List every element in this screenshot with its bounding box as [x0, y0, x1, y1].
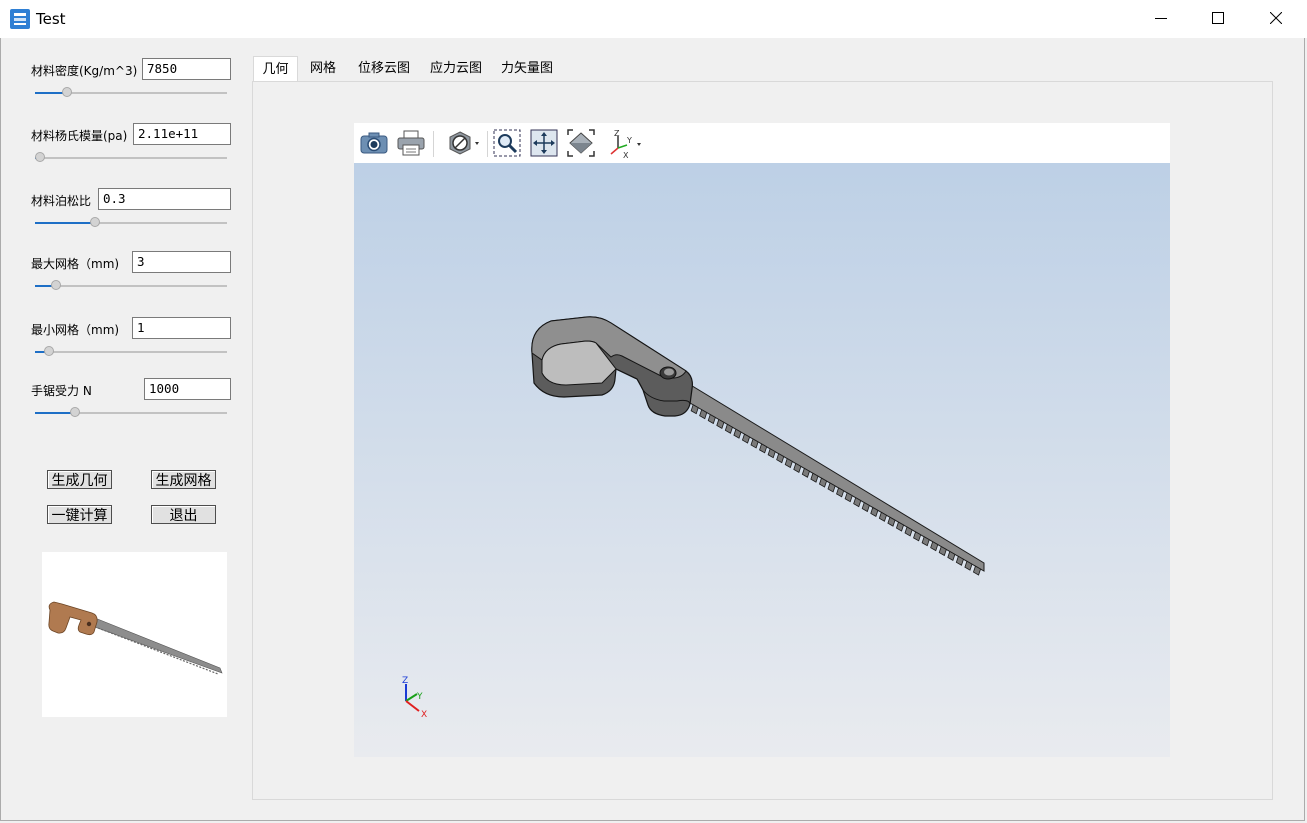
- cad-viewer: ZYX Z Y X: [354, 123, 1170, 757]
- max-mesh-input[interactable]: 3: [132, 251, 231, 273]
- generate-mesh-button[interactable]: 生成网格: [151, 470, 216, 489]
- density-slider[interactable]: [35, 86, 227, 100]
- triad-z-label: Z: [402, 676, 408, 686]
- saw-teeth: [673, 394, 982, 576]
- close-icon: [1269, 11, 1283, 27]
- svg-text:X: X: [623, 151, 629, 158]
- slider-thumb[interactable]: [35, 152, 45, 162]
- exit-button[interactable]: 退出: [151, 505, 216, 524]
- saw-force-label: 手锯受力 N: [31, 384, 92, 398]
- generate-geometry-button[interactable]: 生成几何: [47, 470, 112, 489]
- slider-thumb[interactable]: [51, 280, 61, 290]
- tab-force-vector[interactable]: 力矢量图: [497, 56, 557, 82]
- poisson-ratio-input[interactable]: 0.3: [98, 188, 231, 210]
- max-mesh-slider[interactable]: [35, 279, 227, 293]
- zoom-window-icon[interactable]: [491, 127, 523, 159]
- poisson-ratio-slider[interactable]: [35, 216, 227, 230]
- camera-icon[interactable]: [358, 127, 390, 159]
- app-icon: [10, 9, 30, 29]
- saw-force-input[interactable]: 1000: [144, 378, 231, 400]
- slider-thumb[interactable]: [70, 407, 80, 417]
- compute-button[interactable]: 一键计算: [47, 505, 112, 524]
- tab-displacement[interactable]: 位移云图: [354, 56, 414, 82]
- density-input[interactable]: 7850: [142, 58, 231, 80]
- display-mode-icon[interactable]: [444, 127, 482, 159]
- min-mesh-slider[interactable]: [35, 345, 227, 359]
- viewer-toolbar: ZYX: [354, 123, 1170, 163]
- slider-thumb[interactable]: [62, 87, 72, 97]
- print-icon[interactable]: [395, 127, 427, 159]
- triad-y-label: Y: [416, 692, 423, 702]
- max-mesh-label: 最大网格（mm): [31, 257, 120, 271]
- fit-all-icon[interactable]: [565, 127, 597, 159]
- tab-geometry[interactable]: 几何: [253, 56, 298, 82]
- min-mesh-input[interactable]: 1: [132, 317, 231, 339]
- slider-thumb[interactable]: [44, 346, 54, 356]
- svg-text:Z: Z: [614, 129, 620, 138]
- maximize-icon: [1212, 11, 1224, 27]
- density-label: 材料密度(Kg/m^3): [31, 64, 138, 78]
- svg-text:Y: Y: [626, 136, 632, 145]
- slider-thumb[interactable]: [90, 217, 100, 227]
- viewer-canvas[interactable]: Z Y X: [354, 163, 1170, 757]
- triad-x-label: X: [421, 710, 427, 720]
- tab-stress[interactable]: 应力云图: [426, 56, 486, 82]
- youngs-modulus-slider[interactable]: [35, 151, 227, 165]
- pan-icon[interactable]: [528, 127, 560, 159]
- toolbar-separator: [433, 131, 434, 157]
- tab-mesh[interactable]: 网格: [301, 56, 345, 82]
- saw-model: Z Y X: [402, 316, 985, 720]
- minimize-icon: [1155, 12, 1167, 27]
- poisson-ratio-label: 材料泊松比: [31, 194, 92, 208]
- maximize-button[interactable]: [1189, 0, 1247, 38]
- toolbar-separator: [487, 131, 488, 157]
- minimize-button[interactable]: [1132, 0, 1190, 38]
- title-bar: Test: [0, 0, 1307, 38]
- view-orientation-icon[interactable]: ZYX: [608, 127, 646, 159]
- axis-triad: Z Y X: [402, 676, 427, 720]
- youngs-modulus-label: 材料杨氏模量(pa): [31, 129, 128, 143]
- saw-force-slider[interactable]: [35, 406, 227, 420]
- youngs-modulus-input[interactable]: 2.11e+11: [133, 123, 231, 145]
- close-button[interactable]: [1247, 0, 1305, 38]
- saw-preview-image: [42, 552, 227, 717]
- window-title: Test: [36, 10, 66, 28]
- min-mesh-label: 最小网格（mm): [31, 323, 120, 337]
